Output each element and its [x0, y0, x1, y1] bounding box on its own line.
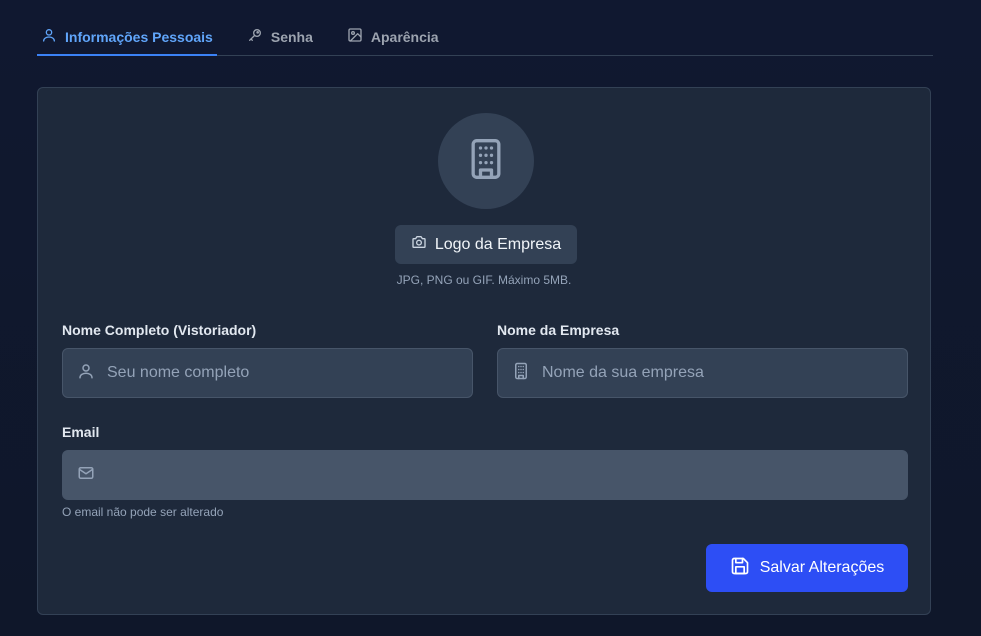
upload-logo-button[interactable]: Logo da Empresa: [395, 225, 577, 264]
tab-label: Aparência: [370, 28, 439, 45]
save-button[interactable]: Salvar Alterações: [706, 544, 908, 592]
company-name-input[interactable]: [540, 363, 907, 383]
company-logo-placeholder: [438, 113, 534, 209]
tab-password[interactable]: Senha: [243, 18, 317, 55]
email-input: [105, 465, 907, 485]
full-name-input[interactable]: [105, 363, 472, 383]
key-icon: [247, 27, 263, 46]
tab-bar: Informações Pessoais Senha Aparência: [37, 18, 933, 56]
email-label: Email: [62, 424, 100, 440]
profile-card: Logo da Empresa JPG, PNG ou GIF. Máximo …: [37, 87, 931, 615]
tab-appearance[interactable]: Aparência: [343, 18, 443, 55]
user-icon: [77, 362, 95, 385]
camera-icon: [411, 234, 427, 255]
save-button-label: Salvar Alterações: [759, 559, 885, 576]
full-name-field[interactable]: [62, 348, 473, 398]
tab-label: Senha: [270, 28, 313, 45]
tab-label: Informações Pessoais: [65, 28, 213, 45]
email-helper-text: O email não pode ser alterado: [62, 505, 224, 519]
upload-logo-label: Logo da Empresa: [434, 235, 562, 253]
mail-icon: [77, 464, 95, 487]
email-field: [62, 450, 908, 500]
company-name-label: Nome da Empresa: [497, 322, 620, 338]
image-icon: [347, 27, 363, 46]
save-icon: [730, 556, 750, 581]
company-name-field[interactable]: [497, 348, 908, 398]
tab-personal-info[interactable]: Informações Pessoais: [37, 18, 217, 56]
building-icon: [512, 362, 530, 385]
full-name-label: Nome Completo (Vistoriador): [62, 322, 257, 338]
logo-hint: JPG, PNG ou GIF. Máximo 5MB.: [396, 273, 572, 287]
building-icon: [464, 137, 508, 186]
user-icon: [41, 27, 57, 46]
